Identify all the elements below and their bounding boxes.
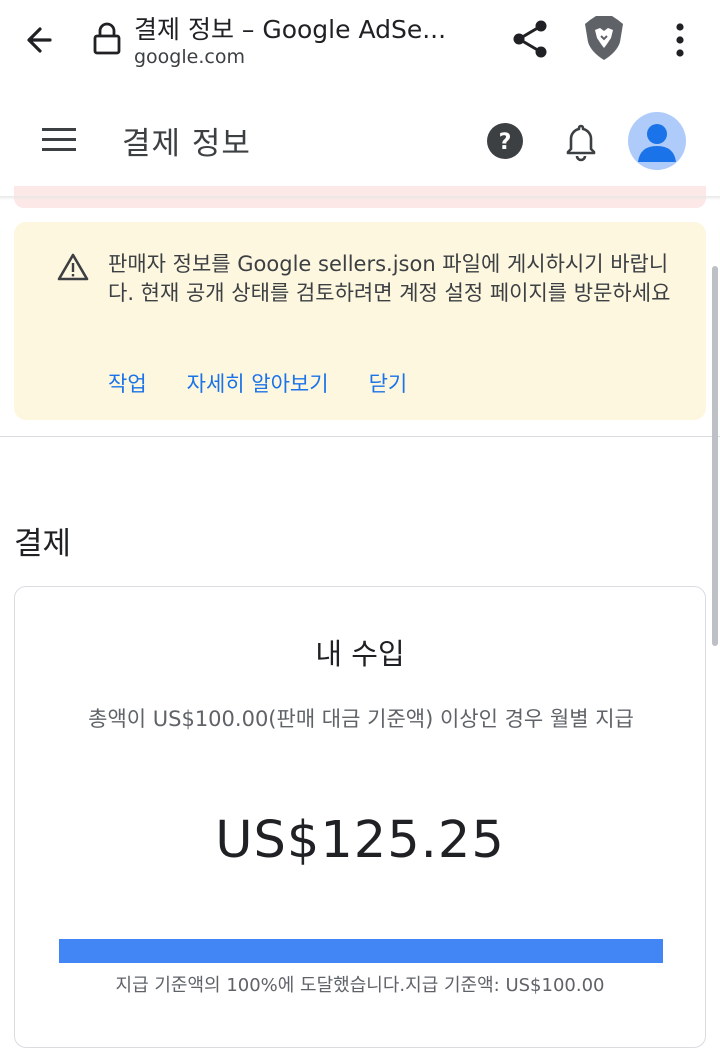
card-title: 내 수입 [315, 637, 405, 671]
lock-icon[interactable] [92, 22, 122, 56]
page-title[interactable]: 결제 정보 – Google AdSe... [134, 10, 446, 46]
scrollbar[interactable] [712, 266, 718, 646]
divider [0, 436, 720, 437]
progress-caption: 지급 기준액의 100%에 도달했습니다.지급 기준액: US$100.00 [115, 975, 605, 996]
payment-progress-bar [59, 939, 663, 963]
banner-action-learn-more[interactable]: 자세히 알아보기 [187, 368, 329, 398]
sellers-json-banner: 판매자 정보를 Google sellers.json 파일에 게시하시기 바랍… [14, 222, 706, 420]
back-arrow-icon [27, 27, 52, 53]
help-button[interactable]: ? [484, 120, 526, 162]
avatar[interactable] [628, 112, 686, 170]
banner-action-dismiss[interactable]: 닫기 [369, 368, 408, 398]
avatar-icon [638, 124, 676, 162]
banner-action-task[interactable]: 작업 [108, 368, 147, 398]
share-button[interactable] [508, 16, 554, 62]
notifications-button[interactable] [560, 120, 602, 164]
app-bar-shadow [0, 196, 720, 200]
menu-button[interactable] [36, 122, 82, 158]
share-icon [513, 20, 547, 58]
svg-text:?: ? [499, 130, 512, 155]
payment-progress-fill [59, 939, 663, 963]
more-vert-icon [676, 23, 684, 57]
banner-message: 판매자 정보를 Google sellers.json 파일에 게시하시기 바랍… [108, 252, 671, 305]
help-icon: ? [487, 123, 523, 159]
browser-toolbar: 결제 정보 – Google AdSe... google.com [0, 0, 720, 80]
app-bar: 결제 정보 ? [0, 80, 720, 200]
back-button[interactable] [20, 20, 64, 60]
app-title: 결제 정보 [122, 126, 251, 162]
brave-shields-button[interactable] [582, 14, 626, 62]
brave-lion-icon [585, 16, 623, 60]
card-description: 총액이 US$100.00(판매 대금 기준액) 이상인 경우 월별 지급 [88, 707, 634, 731]
earnings-amount: US$125.25 [215, 811, 505, 870]
earnings-card: 내 수입 총액이 US$100.00(판매 대금 기준액) 이상인 경우 월별 … [14, 586, 706, 1048]
section-title: 결제 [14, 526, 72, 562]
menu-icon [42, 128, 76, 151]
bell-icon [566, 124, 596, 162]
more-options-button[interactable] [664, 18, 696, 62]
banner-actions: 작업 자세히 알아보기 닫기 [108, 368, 407, 398]
url-domain[interactable]: google.com [134, 46, 245, 68]
warning-icon [56, 252, 90, 282]
